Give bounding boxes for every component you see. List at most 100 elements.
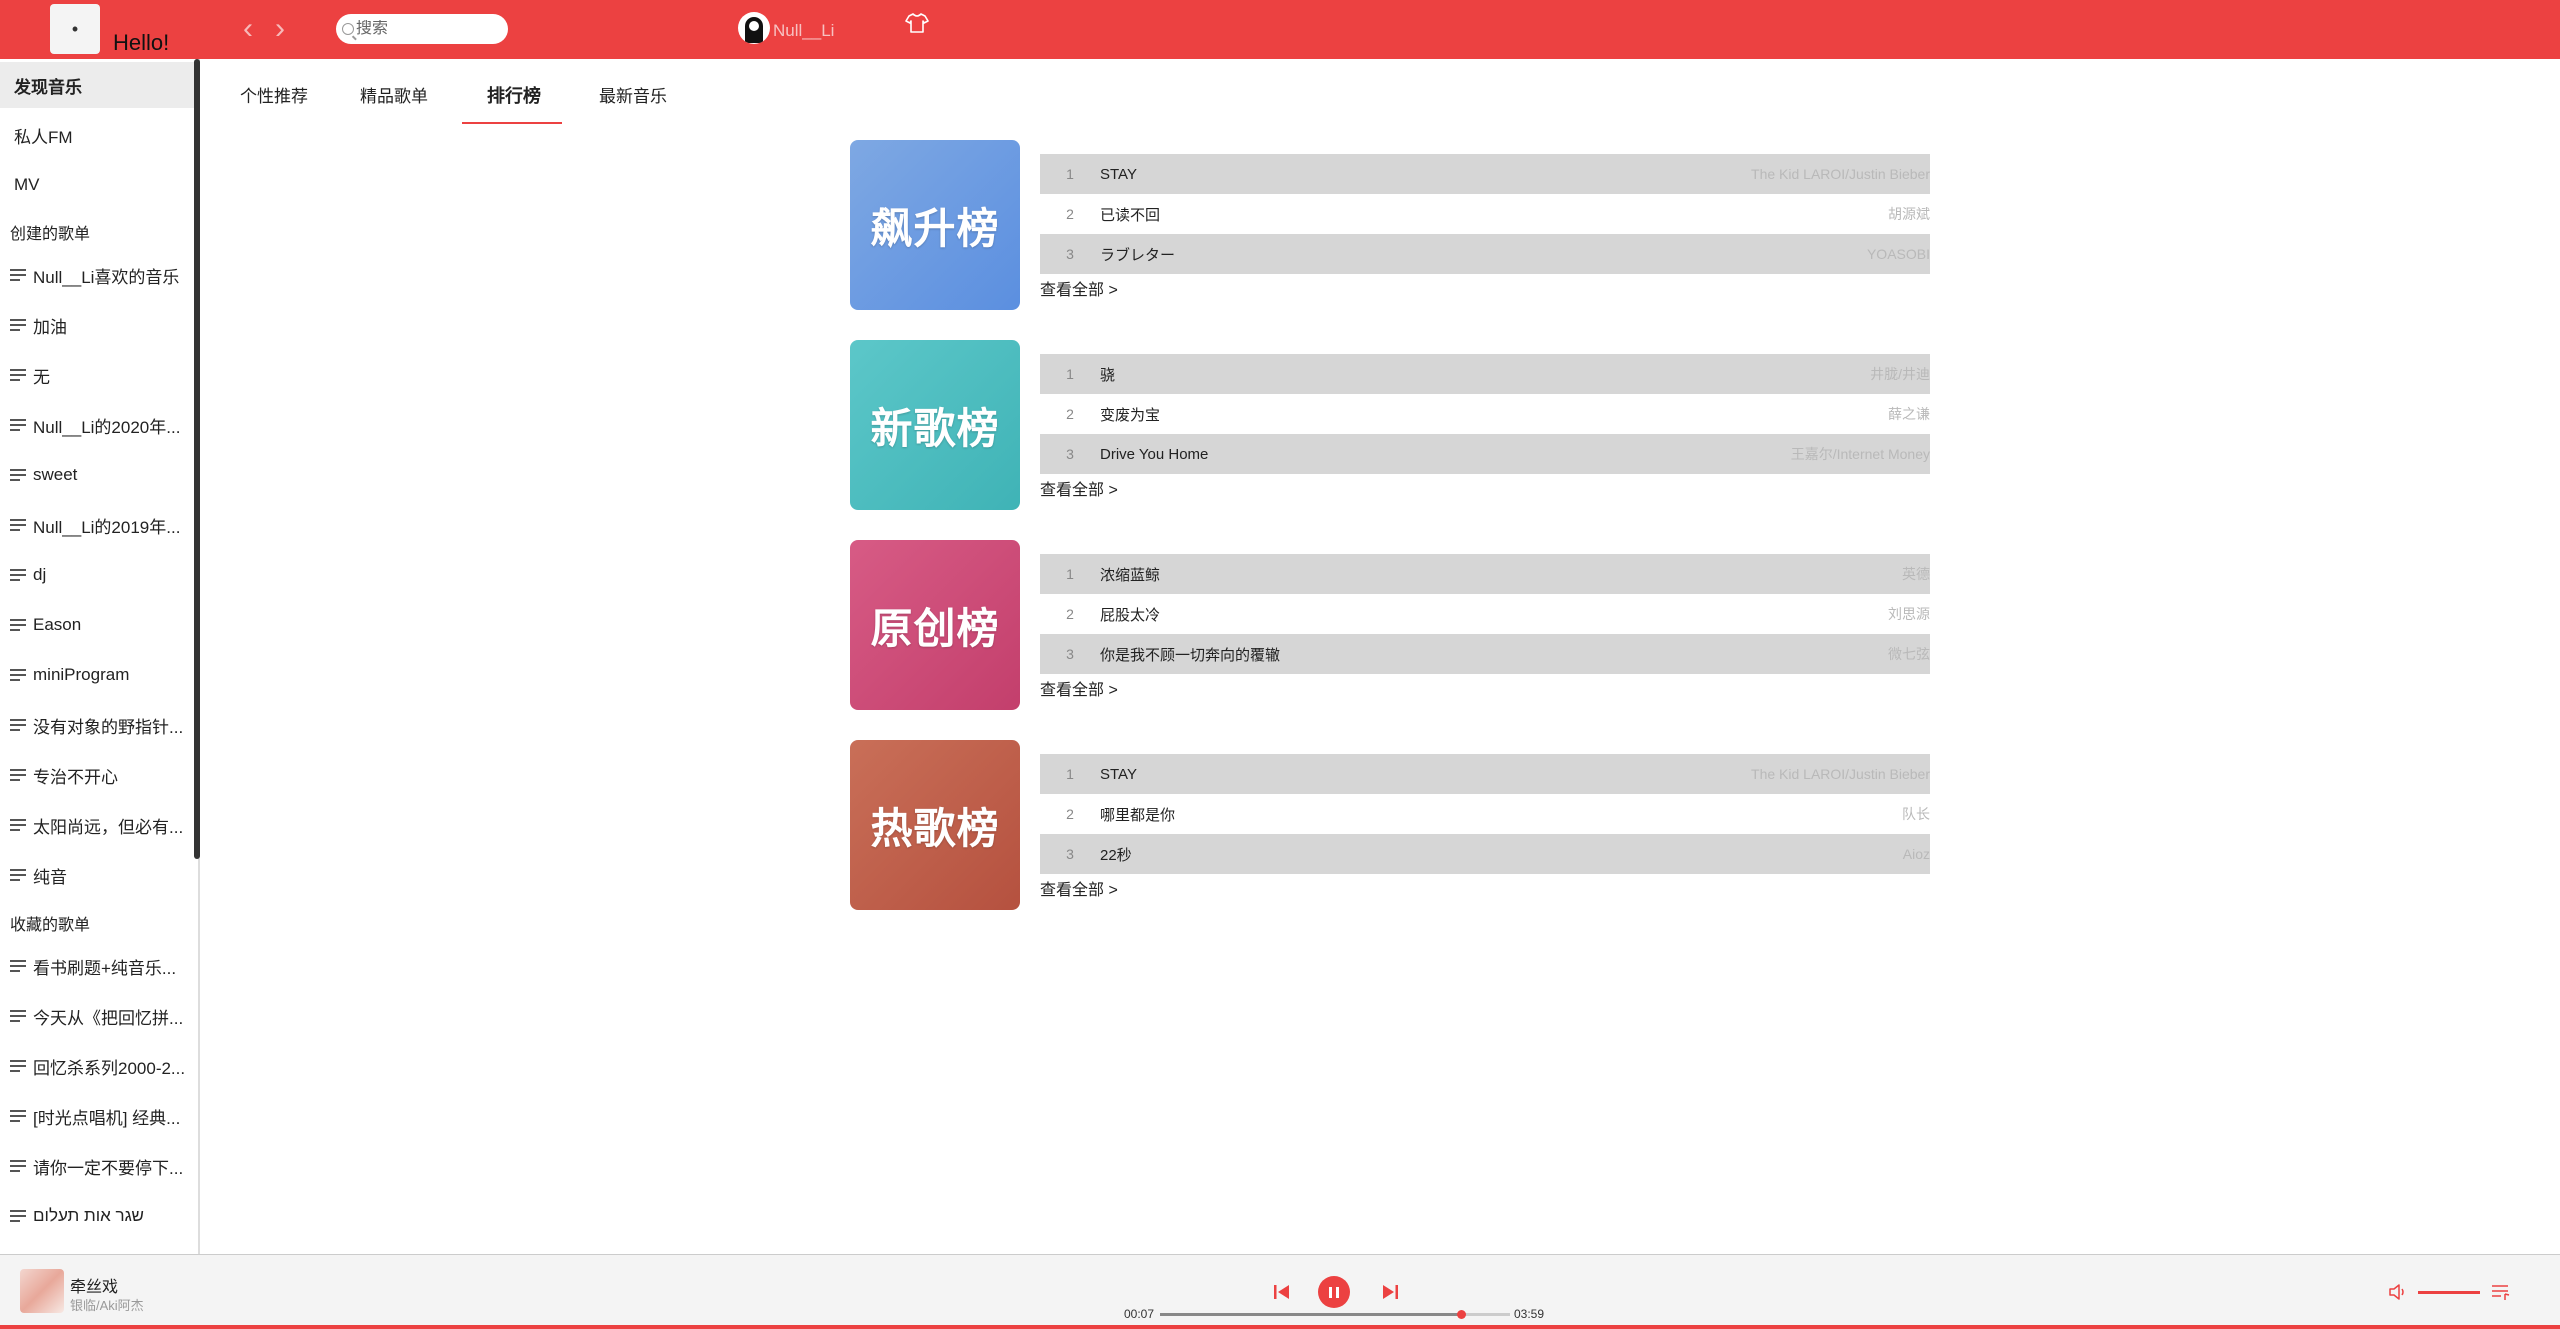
playlist-icon — [10, 268, 28, 282]
playlist-icon — [10, 1009, 28, 1023]
sidebar-item-personal-fm[interactable]: 私人FM — [0, 112, 194, 158]
playlist-item[interactable]: 看书刷题+纯音乐... — [10, 949, 190, 983]
song-row[interactable]: 3 你是我不顾一切奔向的覆辙 微七弦 — [1040, 634, 1930, 674]
playlist-item[interactable]: 回忆杀系列2000-2... — [10, 1049, 190, 1083]
song-title: ラブレター — [1100, 246, 1176, 264]
sidebar-item-mv[interactable]: MV — [0, 162, 194, 208]
user-name[interactable]: Null__Li — [773, 21, 834, 41]
playlist-item[interactable]: Eason — [10, 608, 190, 642]
playlist-label: 太阳尚远，但必有... — [33, 817, 184, 837]
song-index: 2 — [1066, 806, 1074, 822]
playlist-queue-icon[interactable] — [2490, 1282, 2512, 1302]
playlist-item[interactable]: 无 — [10, 358, 190, 392]
playlist-label: Null__Li的2020年... — [33, 417, 181, 437]
song-row[interactable]: 2 已读不回 胡源斌 — [1040, 194, 1930, 234]
search-box[interactable] — [336, 14, 508, 44]
playlist-item[interactable]: 专治不开心 — [10, 758, 190, 792]
playlist-item[interactable]: Null__Li喜欢的音乐 — [10, 258, 190, 292]
volume-icon[interactable] — [2388, 1282, 2410, 1302]
now-playing-artist[interactable]: 银临/Aki阿杰 — [70, 1295, 144, 1314]
sidebar-item-discover-music[interactable]: 发现音乐 — [0, 62, 194, 108]
progress-bar[interactable] — [1160, 1310, 1510, 1319]
playlist-icon — [10, 1209, 28, 1223]
tab-charts[interactable]: 排行榜 — [487, 82, 541, 108]
song-row[interactable]: 3 Drive You Home 王嘉尔/Internet Money — [1040, 434, 1930, 474]
song-row[interactable]: 1 浓缩蓝鲸 英德 — [1040, 554, 1930, 594]
rank-cover[interactable]: 原创榜 — [850, 540, 1020, 710]
song-row[interactable]: 3 22秒 Aioz — [1040, 834, 1930, 874]
search-input[interactable] — [356, 20, 496, 38]
playlist-icon — [10, 518, 28, 532]
progress-handle[interactable] — [1457, 1310, 1466, 1319]
song-row[interactable]: 2 变废为宝 薛之谦 — [1040, 394, 1930, 434]
tab-personal-recommend[interactable]: 个性推荐 — [240, 82, 308, 107]
playlist-item[interactable]: 加油 — [10, 308, 190, 342]
rank-card: 飙升榜 1 STAY The Kid LAROI/Justin Bieber 2 已读… — [850, 140, 1930, 310]
rank-cover[interactable]: 新歌榜 — [850, 340, 1020, 510]
song-title: 你是我不顾一切奔向的覆辙 — [1100, 646, 1281, 664]
playlist-item[interactable]: 请你一定不要停下... — [10, 1149, 190, 1183]
playlist-item[interactable]: miniProgram — [10, 658, 190, 692]
song-artist: YOASOBI — [1866, 246, 1930, 262]
playlist-icon — [10, 318, 28, 332]
playlist-item[interactable]: sweet — [10, 458, 190, 492]
now-playing-title[interactable]: 牵丝戏 — [70, 1273, 118, 1297]
rank-cover[interactable]: 热歌榜 — [850, 740, 1020, 910]
playlist-icon — [10, 468, 28, 482]
sidebar-scrollbar[interactable] — [194, 59, 200, 859]
playlist-item[interactable]: 没有对象的野指针... — [10, 708, 190, 742]
forward-arrow-icon[interactable]: › — [275, 14, 285, 44]
song-artist: 薛之谦 — [1888, 406, 1930, 422]
playlist-icon — [10, 868, 28, 882]
tab-top-playlists[interactable]: 精品歌单 — [360, 82, 428, 107]
song-row[interactable]: 1 STAY The Kid LAROI/Justin Bieber — [1040, 154, 1930, 194]
song-title: 骁 — [1100, 366, 1116, 384]
playlist-icon — [10, 668, 28, 682]
playlist-label: 专治不开心 — [33, 767, 118, 787]
tab-new-music[interactable]: 最新音乐 — [599, 82, 667, 107]
playlist-item[interactable]: [时光点唱机] 经典... — [10, 1099, 190, 1133]
user-profile[interactable]: Null__Li — [738, 12, 834, 44]
playlist-label: 回忆杀系列2000-2... — [33, 1058, 186, 1078]
back-arrow-icon[interactable]: ‹ — [243, 14, 253, 44]
playlist-item[interactable]: dj — [10, 558, 190, 592]
rank-cover[interactable]: 飙升榜 — [850, 140, 1020, 310]
playlist-label: 加油 — [33, 317, 67, 337]
next-track-icon[interactable] — [1380, 1282, 1400, 1302]
playlist-item[interactable]: 今天从《把回忆拼... — [10, 999, 190, 1033]
see-all-link[interactable]: 查看全部 > — [1040, 676, 1118, 700]
song-title: 屁股太冷 — [1100, 606, 1161, 624]
song-title: Drive You Home — [1100, 445, 1209, 463]
playlist-item[interactable]: 太阳尚远，但必有... — [10, 808, 190, 842]
playlist-icon — [10, 1109, 28, 1123]
song-row[interactable]: 3 ラブレター YOASOBI — [1040, 234, 1930, 274]
song-index: 2 — [1066, 406, 1074, 422]
playlist-item[interactable]: Null__Li的2020年... — [10, 408, 190, 442]
now-playing-album-art[interactable] — [20, 1269, 64, 1313]
playlist-icon — [10, 768, 28, 782]
song-row[interactable]: 1 STAY The Kid LAROI/Justin Bieber — [1040, 754, 1930, 794]
see-all-link[interactable]: 查看全部 > — [1040, 476, 1118, 500]
song-row[interactable]: 2 屁股太冷 刘思源 — [1040, 594, 1930, 634]
playlist-label: miniProgram — [33, 665, 130, 684]
total-time: 03:59 — [1514, 1307, 1545, 1321]
see-all-link[interactable]: 查看全部 > — [1040, 276, 1118, 300]
pause-button[interactable] — [1318, 1276, 1350, 1308]
app-logo[interactable]: • — [50, 4, 100, 54]
song-artist: 英德 — [1902, 566, 1930, 582]
song-index: 1 — [1066, 366, 1074, 382]
see-all-link[interactable]: 查看全部 > — [1040, 876, 1118, 900]
skin-shirt-icon[interactable] — [904, 12, 930, 36]
playlist-icon — [10, 1159, 28, 1173]
playlist-label: 没有对象的野指针... — [33, 717, 184, 737]
playlist-item[interactable]: שגר אות תעלום — [10, 1199, 190, 1233]
previous-track-icon[interactable] — [1272, 1282, 1292, 1302]
volume-slider[interactable] — [2418, 1291, 2480, 1294]
playlist-item[interactable]: Null__Li的2019年... — [10, 508, 190, 542]
playlist-label: dj — [33, 565, 47, 584]
avatar[interactable] — [738, 12, 770, 44]
discover-tabs: 个性推荐 精品歌单 排行榜 最新音乐 — [201, 60, 2560, 126]
song-row[interactable]: 1 骁 井胧/井迪 — [1040, 354, 1930, 394]
playlist-item[interactable]: 纯音 — [10, 858, 190, 892]
song-row[interactable]: 2 哪里都是你 队长 — [1040, 794, 1930, 834]
